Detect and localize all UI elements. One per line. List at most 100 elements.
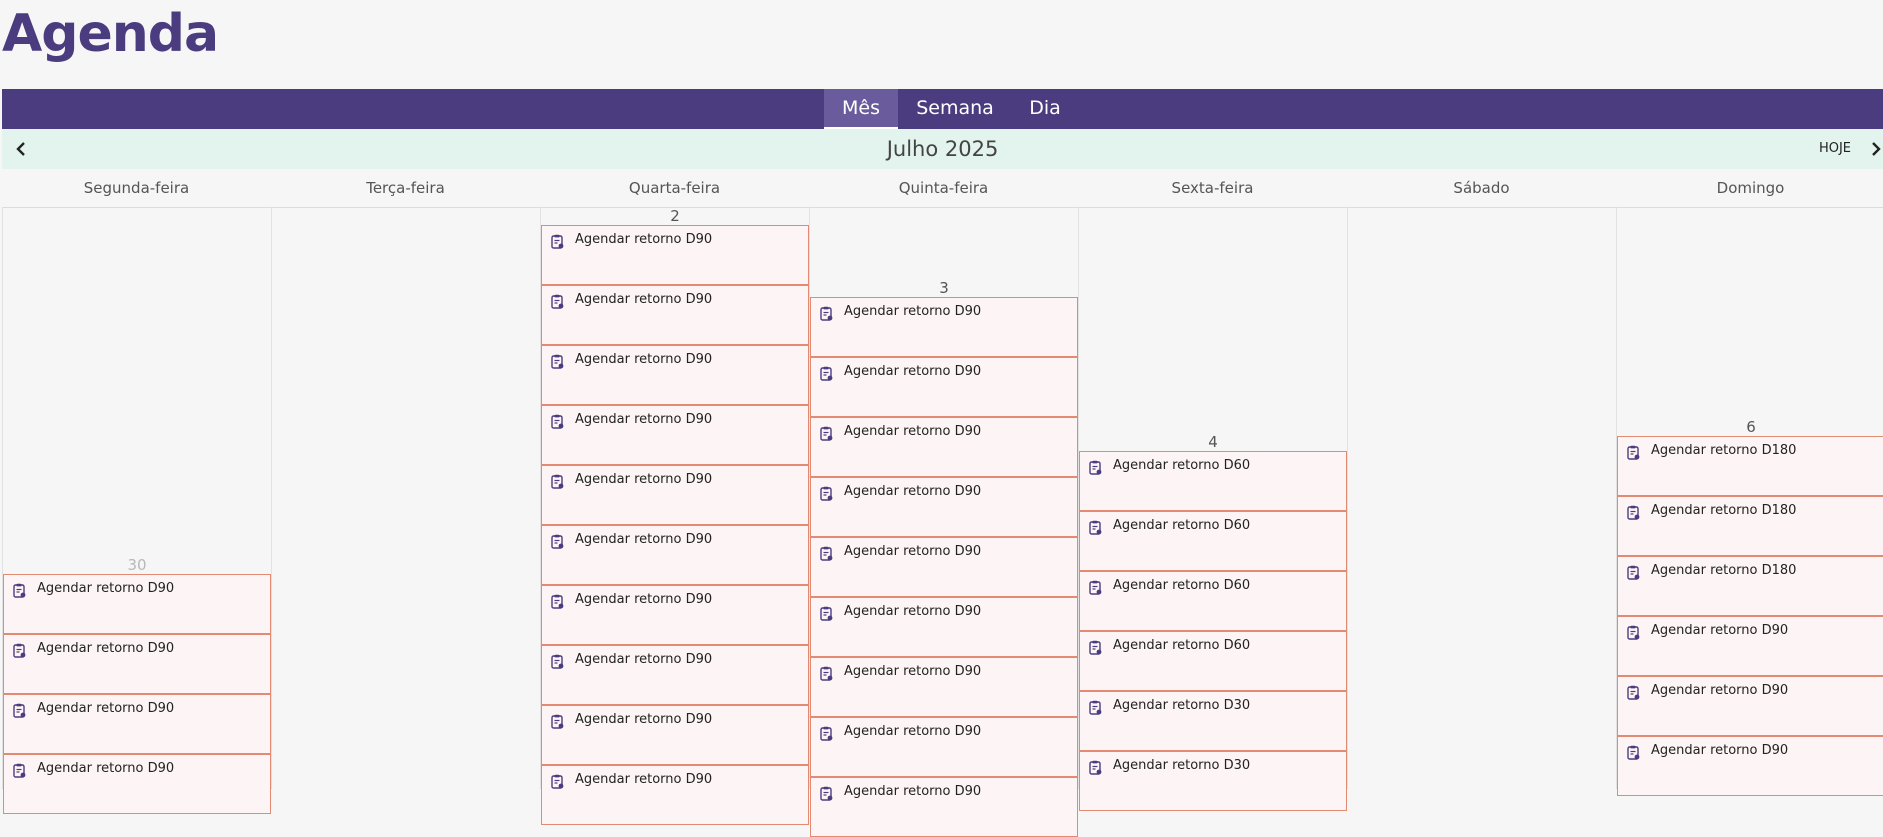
clipboard-user-icon: [820, 666, 833, 681]
clipboard-user-icon: [1627, 745, 1640, 760]
clipboard-user-icon: [551, 594, 564, 609]
clipboard-user-icon: [13, 703, 26, 718]
calendar-event[interactable]: Agendar retorno D90: [541, 285, 809, 345]
clipboard-user-icon: [551, 234, 564, 249]
weekday-header: Segunda-feira Terça-feira Quarta-feira Quin…: [2, 169, 1883, 208]
calendar-event[interactable]: Agendar retorno D90: [810, 357, 1078, 417]
calendar-event[interactable]: Agendar retorno D180: [1617, 496, 1883, 556]
tab-week[interactable]: Semana: [908, 89, 1002, 129]
clipboard-user-icon: [551, 414, 564, 429]
calendar-event[interactable]: Agendar retorno D180: [1617, 556, 1883, 616]
calendar-event[interactable]: Agendar retorno D90: [541, 705, 809, 765]
event-label: Agendar retorno D90: [844, 784, 982, 799]
calendar-event[interactable]: Agendar retorno D90: [810, 297, 1078, 357]
event-label: Agendar retorno D90: [844, 724, 982, 739]
calendar-event[interactable]: Agendar retorno D60: [1079, 631, 1347, 691]
calendar-event[interactable]: Agendar retorno D60: [1079, 511, 1347, 571]
event-label: Agendar retorno D90: [844, 664, 982, 679]
day-number[interactable]: 4: [1079, 433, 1347, 451]
event-label: Agendar retorno D90: [575, 772, 713, 787]
clipboard-user-icon: [1089, 460, 1102, 475]
clipboard-user-icon: [820, 486, 833, 501]
clipboard-user-icon: [1089, 640, 1102, 655]
clipboard-user-icon: [551, 774, 564, 789]
event-label: Agendar retorno D30: [1113, 698, 1251, 713]
event-label: Agendar retorno D180: [1651, 503, 1797, 518]
clipboard-user-icon: [551, 534, 564, 549]
clipboard-user-icon: [820, 366, 833, 381]
next-month-button[interactable]: [1869, 129, 1883, 169]
calendar-event[interactable]: Agendar retorno D90: [810, 777, 1078, 837]
event-label: Agendar retorno D90: [575, 652, 713, 667]
clipboard-user-icon: [13, 583, 26, 598]
calendar-event[interactable]: Agendar retorno D90: [810, 477, 1078, 537]
weekday-label: Domingo: [1716, 179, 1785, 197]
day-number[interactable]: 2: [541, 207, 809, 225]
day-number[interactable]: 3: [810, 279, 1078, 297]
calendar-event[interactable]: Agendar retorno D90: [810, 597, 1078, 657]
clipboard-user-icon: [1089, 760, 1102, 775]
event-label: Agendar retorno D90: [575, 472, 713, 487]
event-label: Agendar retorno D90: [844, 424, 982, 439]
calendar-event[interactable]: Agendar retorno D90: [810, 537, 1078, 597]
calendar-event[interactable]: Agendar retorno D90: [3, 634, 271, 694]
event-label: Agendar retorno D90: [37, 761, 175, 776]
event-label: Agendar retorno D60: [1113, 518, 1251, 533]
clipboard-user-icon: [551, 474, 564, 489]
month-title: Julho 2025: [886, 137, 999, 161]
clipboard-user-icon: [820, 426, 833, 441]
weekday-label: Sábado: [1453, 179, 1510, 197]
event-label: Agendar retorno D180: [1651, 563, 1797, 578]
day-column: [271, 207, 540, 789]
day-column: 4 Agendar retorno D60 Agendar retorno D60 A…: [1078, 207, 1347, 811]
calendar-event[interactable]: Agendar retorno D60: [1079, 571, 1347, 631]
calendar-event[interactable]: Agendar retorno D90: [541, 645, 809, 705]
calendar-event[interactable]: Agendar retorno D60: [1079, 451, 1347, 511]
view-tabs: Mês Semana Dia: [2, 89, 1883, 129]
day-number[interactable]: 6: [1617, 418, 1883, 436]
day-column: 30 Agendar retorno D90 Agendar retorno D90…: [2, 207, 271, 814]
calendar-event[interactable]: Agendar retorno D90: [1617, 616, 1883, 676]
today-button[interactable]: HOJE: [1819, 129, 1851, 169]
calendar-event[interactable]: Agendar retorno D90: [541, 585, 809, 645]
event-label: Agendar retorno D60: [1113, 638, 1251, 653]
calendar-event[interactable]: Agendar retorno D90: [810, 657, 1078, 717]
event-label: Agendar retorno D90: [844, 364, 982, 379]
calendar-event[interactable]: Agendar retorno D90: [810, 717, 1078, 777]
day-column: 2 Agendar retorno D90 Agendar retorno D90 A…: [540, 207, 809, 825]
calendar-event[interactable]: Agendar retorno D180: [1617, 436, 1883, 496]
month-navigation: Julho 2025 HOJE: [2, 129, 1883, 169]
calendar-event[interactable]: Agendar retorno D90: [541, 765, 809, 825]
calendar-event[interactable]: Agendar retorno D90: [3, 574, 271, 634]
calendar-event[interactable]: Agendar retorno D90: [541, 465, 809, 525]
calendar-event[interactable]: Agendar retorno D30: [1079, 691, 1347, 751]
calendar-event[interactable]: Agendar retorno D90: [3, 754, 271, 814]
calendar-event[interactable]: Agendar retorno D90: [541, 225, 809, 285]
clipboard-user-icon: [820, 726, 833, 741]
calendar-event[interactable]: Agendar retorno D90: [1617, 736, 1883, 796]
calendar-event[interactable]: Agendar retorno D30: [1079, 751, 1347, 811]
event-label: Agendar retorno D90: [1651, 683, 1789, 698]
clipboard-user-icon: [551, 654, 564, 669]
event-label: Agendar retorno D90: [1651, 743, 1789, 758]
tab-month[interactable]: Mês: [824, 89, 898, 129]
clipboard-user-icon: [1089, 580, 1102, 595]
day-number[interactable]: 30: [3, 556, 271, 574]
calendar-event[interactable]: Agendar retorno D90: [541, 525, 809, 585]
clipboard-user-icon: [820, 546, 833, 561]
clipboard-user-icon: [13, 643, 26, 658]
calendar-event[interactable]: Agendar retorno D90: [541, 405, 809, 465]
calendar-event[interactable]: Agendar retorno D90: [1617, 676, 1883, 736]
clipboard-user-icon: [13, 763, 26, 778]
calendar-event[interactable]: Agendar retorno D90: [541, 345, 809, 405]
event-label: Agendar retorno D90: [844, 304, 982, 319]
weekday-label: Quinta-feira: [898, 179, 989, 197]
calendar-event[interactable]: Agendar retorno D90: [3, 694, 271, 754]
event-label: Agendar retorno D90: [37, 641, 175, 656]
event-label: Agendar retorno D90: [575, 232, 713, 247]
clipboard-user-icon: [551, 294, 564, 309]
calendar-event[interactable]: Agendar retorno D90: [810, 417, 1078, 477]
event-label: Agendar retorno D90: [575, 712, 713, 727]
event-label: Agendar retorno D90: [37, 581, 175, 596]
tab-day[interactable]: Dia: [1020, 89, 1070, 129]
